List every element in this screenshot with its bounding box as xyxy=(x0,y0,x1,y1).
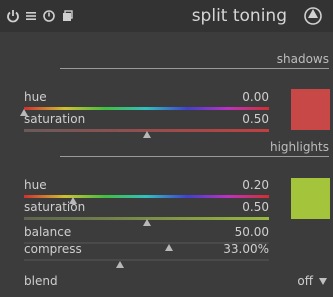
highlights-saturation-slider[interactable]: saturation 0.50 xyxy=(24,200,269,226)
highlights-section-label: highlights xyxy=(269,140,329,154)
preset-icon[interactable] xyxy=(303,6,323,26)
shadows-saturation-slider[interactable]: saturation 0.50 xyxy=(24,112,269,138)
highlights-hue-slider[interactable]: hue 0.20 xyxy=(24,178,269,204)
balance-value: 50.00 xyxy=(234,225,269,239)
reset-icon[interactable] xyxy=(42,9,56,23)
multi-instance-icon[interactable] xyxy=(60,9,74,23)
compress-track xyxy=(24,259,269,261)
highlights-divider xyxy=(60,156,329,157)
compress-knob[interactable] xyxy=(115,261,124,268)
dropdown-arrow-icon[interactable] xyxy=(319,278,327,285)
blend-dropdown[interactable]: blend off xyxy=(24,274,329,292)
hue-track xyxy=(24,195,269,198)
split-toning-module: split toning shadows hue 0.00 saturation… xyxy=(0,0,333,297)
presets-menu-icon[interactable] xyxy=(24,9,38,23)
compress-label: compress xyxy=(24,242,82,256)
blend-label: blend xyxy=(24,274,58,288)
hue-track xyxy=(24,107,269,110)
compress-value: 33.00% xyxy=(223,242,269,256)
module-title: split toning xyxy=(191,6,287,26)
highlights-saturation-value: 0.50 xyxy=(242,200,269,214)
shadows-hue-slider[interactable]: hue 0.00 xyxy=(20,90,269,116)
blend-value: off xyxy=(297,274,313,288)
shadows-section-label: shadows xyxy=(276,52,329,66)
highlights-hue-label: hue xyxy=(24,178,47,192)
shadows-saturation-value: 0.50 xyxy=(242,112,269,126)
power-icon[interactable] xyxy=(6,9,20,23)
balance-label: balance xyxy=(24,225,72,239)
shadows-saturation-knob[interactable] xyxy=(142,131,151,138)
compress-slider[interactable]: compress 33.00% xyxy=(24,242,269,268)
highlights-color-swatch[interactable] xyxy=(291,178,330,219)
highlights-saturation-label: saturation xyxy=(24,200,86,214)
shadows-saturation-label: saturation xyxy=(24,112,86,126)
shadows-divider xyxy=(60,68,329,69)
highlights-hue-value: 0.20 xyxy=(242,178,269,192)
shadows-hue-value: 0.00 xyxy=(242,90,269,104)
module-header: split toning xyxy=(0,0,333,32)
shadows-hue-label: hue xyxy=(24,90,47,104)
shadows-color-swatch[interactable] xyxy=(291,89,330,130)
